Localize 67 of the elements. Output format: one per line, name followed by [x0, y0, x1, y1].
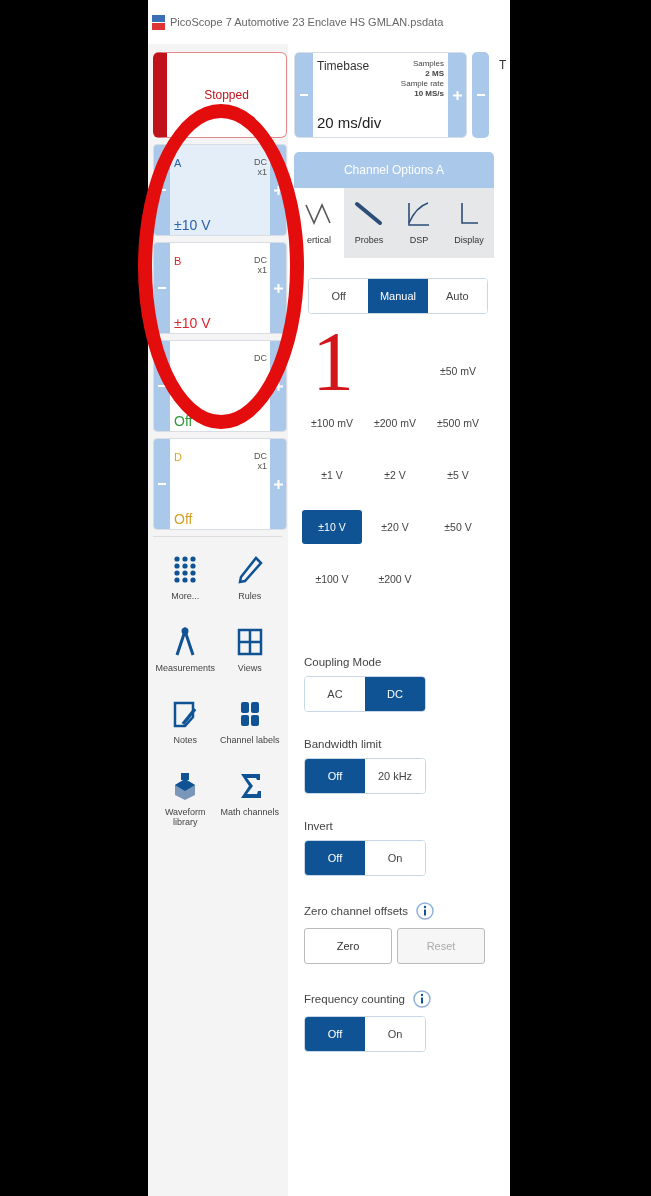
minus-icon — [158, 287, 166, 289]
increase-button[interactable] — [270, 243, 286, 333]
sample-rate-value: 10 MS/s — [414, 89, 444, 98]
options-tab[interactable]: Probes — [344, 188, 394, 258]
toggle-option[interactable]: Off — [305, 1017, 365, 1051]
pencil-icon — [235, 555, 264, 585]
probe-label: x1 — [257, 265, 267, 275]
toggle-option[interactable]: DC — [365, 677, 425, 711]
tool-button[interactable]: Channel labels — [217, 699, 282, 745]
probe-icon — [354, 201, 384, 227]
panel-header: Channel Options A — [294, 152, 494, 188]
tool-button[interactable]: Views — [217, 627, 282, 673]
channel-card[interactable]: B DC x1 ±10 V — [153, 242, 287, 334]
plus-icon — [273, 283, 283, 293]
tool-button[interactable]: Math channels — [217, 771, 282, 827]
channel-name: A — [174, 157, 182, 169]
toggle-option[interactable]: Off — [305, 841, 365, 875]
info-icon[interactable] — [413, 990, 431, 1008]
tool-button[interactable]: Rules — [217, 555, 282, 601]
minus-icon — [158, 483, 166, 485]
channel-range: Off — [174, 511, 194, 527]
options-tab[interactable]: DSP — [394, 188, 444, 258]
section-label: Zero channel offsets — [304, 905, 408, 917]
tool-button[interactable]: Measurements — [153, 627, 218, 673]
info-icon[interactable] — [416, 902, 434, 920]
channel-range: ±10 V — [174, 315, 212, 331]
section-label: Invert — [304, 820, 333, 832]
action-button[interactable]: Zero — [304, 928, 392, 964]
plus-icon — [452, 90, 462, 100]
section-label: Coupling Mode — [304, 656, 382, 668]
timebase-value: 20 ms/div — [317, 114, 382, 131]
coupling-label: DC — [254, 353, 267, 363]
app-logo-icon — [152, 14, 165, 30]
coupling-label: DC — [254, 255, 267, 265]
section-label: Frequency counting — [304, 993, 405, 1005]
channel-name: B — [174, 255, 182, 267]
tool-button[interactable]: Notes — [153, 699, 218, 745]
toggle-option[interactable]: Off — [305, 759, 365, 793]
samples-label: Samples — [412, 59, 444, 68]
samples-value: 2 MS — [425, 69, 444, 78]
decrease-button[interactable] — [154, 243, 170, 333]
section-label: Bandwidth limit — [304, 738, 382, 750]
grid-icon — [235, 627, 264, 657]
options-tab[interactable]: Display — [444, 188, 494, 258]
range-mode-option[interactable]: Manual — [368, 279, 428, 313]
coupling-label: DC — [254, 451, 267, 461]
channel-range: Off — [174, 413, 194, 429]
sample-rate-label: Sample rate — [400, 79, 444, 88]
channel-range: ±10 V — [174, 217, 212, 233]
decrease-button[interactable] — [472, 52, 489, 138]
range-option[interactable]: ±10 V — [302, 510, 362, 544]
waveform-icon — [304, 201, 334, 227]
plus-icon — [273, 185, 283, 195]
minus-icon — [476, 94, 485, 96]
channel-name: D — [174, 451, 182, 463]
probe-label: x1 — [257, 167, 267, 177]
card-label: T — [499, 57, 507, 74]
tool-button[interactable]: More... — [153, 555, 218, 601]
window-title: PicoScope 7 Automotive 23 Enclave HS GMLAN.psdata — [170, 16, 444, 28]
minus-icon — [158, 385, 166, 387]
annotation-number: 1 — [312, 320, 354, 404]
probe-label: x1 — [257, 461, 267, 471]
tool-button[interactable]: Waveform library — [153, 771, 218, 827]
plus-icon — [273, 479, 283, 489]
minus-icon — [300, 94, 308, 96]
coupling-label: DC — [254, 157, 267, 167]
timebase-label: Timebase — [317, 59, 371, 73]
